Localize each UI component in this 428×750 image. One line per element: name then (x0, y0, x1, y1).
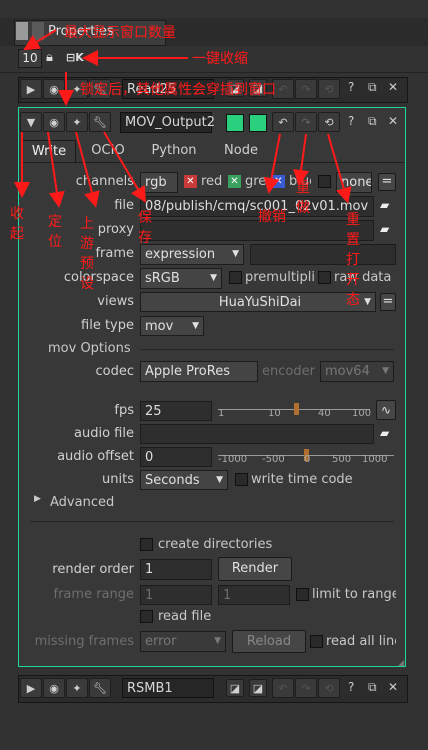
annotation-max-windows: 最大显示窗口数量 (64, 25, 176, 41)
annotation-arrow (75, 131, 100, 208)
annotation-reopen: 重置打开态 (346, 212, 360, 308)
annotation-redo: 重做 (296, 180, 310, 216)
annotation-arrow (23, 29, 57, 51)
annotation-upstream-preset: 上游预设 (80, 216, 94, 292)
annotation-undo: 撤销 (258, 209, 286, 225)
annotation-arrow (327, 133, 352, 204)
annotation-collapse: 收起 (10, 206, 24, 242)
annotation-arrow (263, 133, 281, 194)
annotation-locate: 定位 (48, 214, 62, 250)
annotation-save: 保存 (138, 210, 152, 246)
annotation-arrow (103, 131, 147, 203)
annotation-lock-note: 锁定后，其他属性会穿插到窗口 (80, 82, 276, 98)
annotation-arrows (14, 29, 352, 208)
annotation-arrow (293, 133, 310, 186)
annotation-arrow (47, 131, 65, 208)
annotation-collapse-all: 一键收缩 (192, 51, 248, 67)
